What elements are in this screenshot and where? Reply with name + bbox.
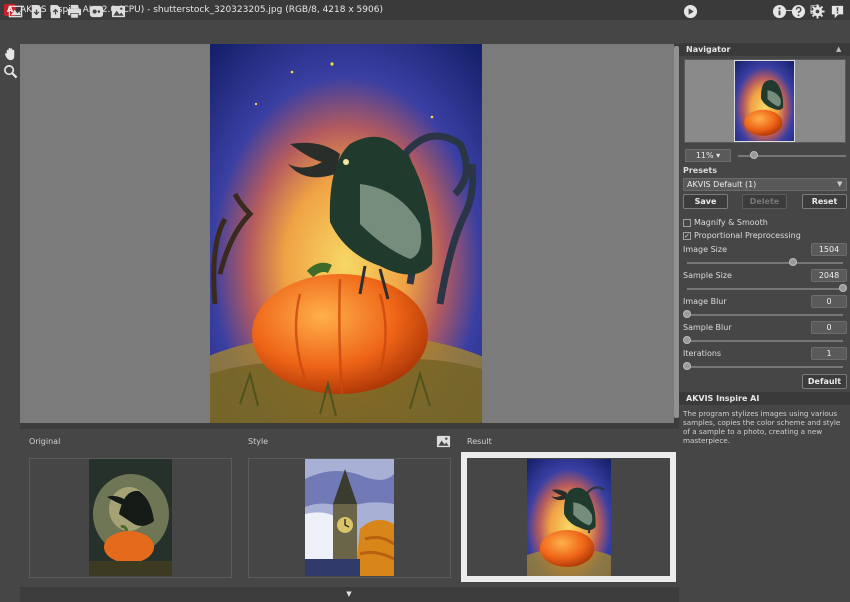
save-preset-button[interactable]: Save [683, 194, 728, 209]
sample-size-slider-knob[interactable] [839, 284, 847, 292]
sample-blur-input[interactable]: 0 [811, 321, 847, 334]
share-icon[interactable] [88, 4, 104, 19]
presets-title: Presets [683, 166, 718, 175]
tool-strip [0, 43, 19, 602]
sample-size-slider-track[interactable] [687, 288, 843, 290]
result-thumbnail [527, 459, 611, 576]
reset-preset-button[interactable]: Reset [802, 194, 847, 209]
magnify-smooth-label: Magnify & Smooth [694, 218, 768, 227]
open-image-icon[interactable] [7, 4, 23, 19]
proportional-preprocessing-label: Proportional Preprocessing [694, 231, 801, 240]
sample-size-label: Sample Size [683, 271, 732, 280]
image-blur-input[interactable]: 0 [811, 295, 847, 308]
result-label: Result [467, 437, 492, 446]
image-gallery-icon[interactable] [110, 4, 126, 19]
sample-blur-slider-knob[interactable] [683, 336, 691, 344]
sample-blur-slider-track[interactable] [687, 340, 843, 342]
navigator-header: Navigator [679, 43, 850, 56]
zoom-tool-icon[interactable] [2, 64, 18, 79]
settings-icon[interactable] [809, 4, 825, 19]
collapse-navigator-icon[interactable]: ▲ [836, 43, 846, 56]
sample-size-input[interactable]: 2048 [811, 269, 847, 282]
info-icon[interactable] [771, 4, 787, 19]
image-size-input[interactable]: 1504 [811, 243, 847, 256]
image-blur-slider-track[interactable] [687, 314, 843, 316]
magnify-smooth-checkbox[interactable] [683, 219, 691, 227]
load-style-image-icon[interactable] [435, 434, 451, 449]
chevron-down-icon[interactable]: ▼ [837, 178, 847, 191]
print-icon[interactable] [66, 4, 82, 19]
help-icon[interactable] [790, 4, 806, 19]
preset-select[interactable]: AKVIS Default (1) [683, 178, 847, 191]
image-blur-label: Image Blur [683, 297, 727, 306]
info-text: The program stylizes images using variou… [683, 409, 841, 445]
iterations-input[interactable]: 1 [811, 347, 847, 360]
chevron-down-icon[interactable]: ▼ [343, 588, 355, 600]
preset-selected: AKVIS Default (1) [687, 180, 757, 189]
zoom-value: 11% [695, 151, 714, 160]
result-image [210, 44, 482, 423]
navigator-title: Navigator [686, 45, 731, 54]
info-title: AKVIS Inspire AI [686, 394, 760, 403]
notifications-icon[interactable] [829, 4, 845, 19]
load-style-icon[interactable] [28, 4, 44, 19]
original-thumbnail [89, 459, 172, 576]
default-button[interactable]: Default [802, 374, 847, 389]
delete-preset-button[interactable]: Delete [742, 194, 787, 209]
style-thumbnail [305, 459, 394, 576]
iterations-slider-knob[interactable] [683, 362, 691, 370]
original-label: Original [29, 437, 61, 446]
zoom-select[interactable]: 11% ▾ [685, 149, 731, 162]
toolbar [0, 20, 850, 43]
info-header: AKVIS Inspire AI [679, 392, 850, 405]
image-blur-slider-knob[interactable] [683, 310, 691, 318]
proportional-preprocessing-checkbox[interactable]: ✓ [683, 232, 691, 240]
hand-tool-icon[interactable] [2, 46, 18, 61]
image-size-label: Image Size [683, 245, 728, 254]
navigator-viewport-frame[interactable] [734, 60, 795, 142]
iterations-label: Iterations [683, 349, 722, 358]
save-icon[interactable] [47, 4, 63, 19]
iterations-slider-track[interactable] [687, 366, 843, 368]
run-icon[interactable] [682, 4, 698, 19]
sample-blur-label: Sample Blur [683, 323, 732, 332]
style-label: Style [248, 437, 269, 446]
image-size-slider-track[interactable] [687, 262, 843, 264]
